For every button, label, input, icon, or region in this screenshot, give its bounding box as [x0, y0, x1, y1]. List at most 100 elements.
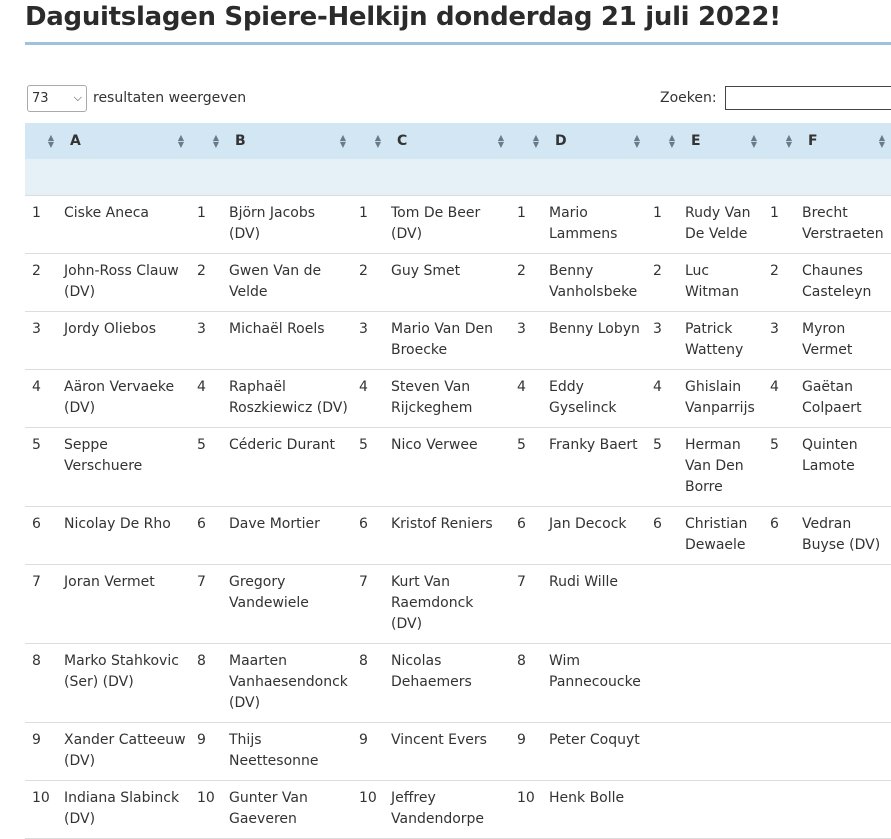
table-row: 1 Ciske Aneca 1 Björn Jacobs (DV) 1 Tom De Be…	[25, 195, 891, 254]
name-cell	[681, 643, 763, 723]
name-cell	[681, 780, 763, 839]
rank-cell: 4	[25, 369, 60, 428]
name-cell: Gunter Van Gaeveren	[225, 780, 352, 839]
sort-arrows-icon[interactable]: ▲ ▼	[879, 134, 885, 149]
name-cell: Luc Witman	[681, 253, 763, 312]
sort-arrows-icon[interactable]: ▲ ▼	[375, 134, 381, 149]
column-header-d[interactable]: D ▲ ▼	[545, 123, 646, 159]
rank-cell: 3	[646, 311, 681, 370]
name-cell: Patrick Watteny	[681, 311, 763, 370]
name-cell: Maarten Vanhaesendonck (DV)	[225, 643, 352, 723]
name-cell: Brecht Verstraeten	[798, 195, 891, 254]
table-row: 6 Nicolay De Rho 6 Dave Mortier 6 Kristof Ren…	[25, 506, 891, 565]
name-cell	[798, 780, 891, 839]
column-header-label: C	[397, 132, 408, 149]
sort-arrows-icon[interactable]: ▲ ▼	[340, 134, 346, 149]
name-cell	[798, 564, 891, 644]
results-per-page-select[interactable]: 73 ⌵	[27, 84, 87, 112]
name-cell: Christian Dewaele	[681, 506, 763, 565]
column-header-rank[interactable]: ▲ ▼	[646, 123, 681, 159]
sort-arrows-icon[interactable]: ▲ ▼	[634, 134, 640, 149]
rank-cell: 5	[25, 427, 60, 507]
column-header-f[interactable]: F ▲ ▼	[798, 123, 891, 159]
rank-cell: 1	[25, 195, 60, 254]
sort-arrows-icon[interactable]: ▲ ▼	[533, 134, 539, 149]
length-control: 73 ⌵ resultaten weergeven	[27, 84, 246, 112]
column-header-label: F	[808, 132, 818, 149]
name-cell: Tom De Beer (DV)	[387, 195, 510, 254]
sort-arrows-icon[interactable]: ▲ ▼	[498, 134, 504, 149]
search-label: Zoeken:	[660, 90, 717, 106]
column-header-c[interactable]: C ▲ ▼	[387, 123, 510, 159]
name-cell	[681, 722, 763, 781]
name-cell	[798, 643, 891, 723]
rank-cell: 7	[190, 564, 225, 644]
name-cell: Jordy Oliebos	[60, 311, 190, 370]
name-cell: Guy Smet	[387, 253, 510, 312]
column-header-rank[interactable]: ▲ ▼	[352, 123, 387, 159]
name-cell: Indiana Slabinck (DV)	[60, 780, 190, 839]
sort-arrows-icon[interactable]: ▲ ▼	[751, 134, 757, 149]
name-cell: Jan Decock	[545, 506, 646, 565]
name-cell	[798, 722, 891, 781]
rank-cell: 5	[190, 427, 225, 507]
rank-cell: 9	[25, 722, 60, 781]
table-row: 5 Seppe Verschuere 5 Céderic Durant 5 Nico Ve…	[25, 427, 891, 507]
name-cell: Benny Lobyn	[545, 311, 646, 370]
rank-cell: 2	[763, 253, 798, 312]
rank-cell: 5	[352, 427, 387, 507]
column-header-a[interactable]: A ▲ ▼	[60, 123, 190, 159]
column-header-e[interactable]: E ▲ ▼	[681, 123, 763, 159]
rank-cell: 6	[25, 506, 60, 565]
search-input[interactable]	[724, 86, 891, 110]
sort-arrows-icon[interactable]: ▲ ▼	[669, 134, 675, 149]
name-cell: Chaunes Casteleyn	[798, 253, 891, 312]
rank-cell: 10	[352, 780, 387, 839]
name-cell: Herman Van Den Borre	[681, 427, 763, 507]
rank-cell: 3	[763, 311, 798, 370]
rank-cell	[763, 564, 798, 644]
sort-arrows-icon[interactable]: ▲ ▼	[178, 134, 184, 149]
name-cell: Kurt Van Raemdonck (DV)	[387, 564, 510, 644]
rank-cell: 10	[25, 780, 60, 839]
name-cell: Wim Pannecoucke	[545, 643, 646, 723]
rank-cell: 3	[25, 311, 60, 370]
column-header-rank[interactable]: ▲ ▼	[510, 123, 545, 159]
name-cell: Dave Mortier	[225, 506, 352, 565]
table-row: 2 John-Ross Clauw (DV) 2 Gwen Van de Velde 2…	[25, 253, 891, 312]
table-row: 3 Jordy Oliebos 3 Michaël Roels 3 Mario Van D…	[25, 311, 891, 370]
rank-cell: 9	[510, 722, 545, 781]
rank-cell: 2	[352, 253, 387, 312]
sort-arrows-icon[interactable]: ▲ ▼	[48, 134, 54, 149]
rank-cell: 6	[646, 506, 681, 565]
rank-cell: 3	[190, 311, 225, 370]
name-cell: Raphaël Roszkiewicz (DV)	[225, 369, 352, 428]
table-row: 8 Marko Stahkovic (Ser) (DV) 8 Maarten Vanh…	[25, 643, 891, 723]
rank-cell: 9	[352, 722, 387, 781]
table-row: 4 Aäron Vervaeke (DV) 4 Raphaël Roszkiewicz…	[25, 369, 891, 428]
name-cell: Steven Van Rijckeghem	[387, 369, 510, 428]
sort-arrows-icon[interactable]: ▲ ▼	[213, 134, 219, 149]
rank-cell: 1	[352, 195, 387, 254]
name-cell: Ciske Aneca	[60, 195, 190, 254]
name-cell: Gaëtan Colpaert	[798, 369, 891, 428]
rank-cell: 3	[510, 311, 545, 370]
rank-cell: 1	[510, 195, 545, 254]
table-body: 1 Ciske Aneca 1 Björn Jacobs (DV) 1 Tom De Be…	[25, 195, 891, 839]
rank-cell: 1	[190, 195, 225, 254]
column-header-label: D	[555, 132, 567, 149]
column-header-b[interactable]: B ▲ ▼	[225, 123, 352, 159]
column-header-rank[interactable]: ▲ ▼	[190, 123, 225, 159]
name-cell: Seppe Verschuere	[60, 427, 190, 507]
column-header-rank[interactable]: ▲ ▼	[25, 123, 60, 159]
name-cell: Joran Vermet	[60, 564, 190, 644]
name-cell: Benny Vanholsbeke	[545, 253, 646, 312]
rank-cell: 9	[190, 722, 225, 781]
rank-cell	[646, 722, 681, 781]
sort-arrows-icon[interactable]: ▲ ▼	[786, 134, 792, 149]
rank-cell: 4	[510, 369, 545, 428]
rank-cell: 2	[190, 253, 225, 312]
column-header-rank[interactable]: ▲ ▼	[763, 123, 798, 159]
results-per-page-label: resultaten weergeven	[93, 90, 247, 106]
rank-cell: 2	[510, 253, 545, 312]
